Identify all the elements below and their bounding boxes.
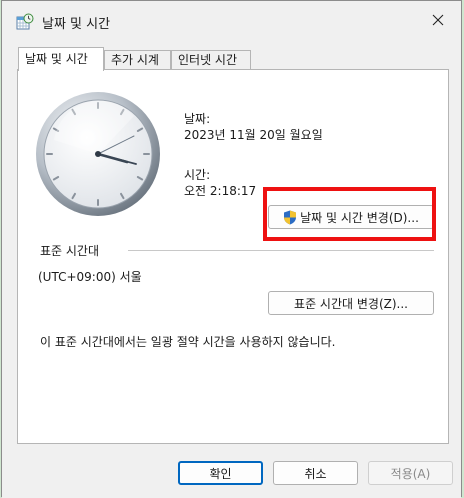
timezone-section-label: 표준 시간대 (40, 244, 100, 258)
window-title: 날짜 및 시간 (42, 17, 111, 32)
change-date-time-button[interactable]: 날짜 및 시간 변경(D)... (268, 205, 434, 229)
tab-additional-clocks[interactable]: 추가 시계 (104, 50, 171, 70)
apply-button[interactable]: 적용(A) (368, 461, 453, 485)
section-divider (128, 250, 434, 251)
close-button[interactable] (415, 1, 461, 41)
dst-note: 이 표준 시간대에서는 일광 절약 시간을 사용하지 않습니다. (40, 335, 336, 349)
timezone-value: (UTC+09:00) 서울 (38, 270, 142, 284)
ok-button[interactable]: 확인 (178, 461, 263, 485)
datetime-app-icon (16, 13, 34, 31)
close-icon (432, 14, 444, 29)
dialog-footer: 확인 취소 적용(A) (2, 449, 461, 498)
change-date-time-label: 날짜 및 시간 변경(D)... (300, 210, 419, 225)
time-label: 시간: (184, 168, 211, 182)
date-label: 날짜: (184, 112, 211, 126)
time-value: 오전 2:18:17 (184, 184, 257, 198)
uac-shield-icon (283, 210, 297, 225)
date-value: 2023년 11월 20일 월요일 (184, 128, 323, 142)
change-timezone-button[interactable]: 표준 시간대 변경(Z)... (268, 291, 434, 315)
title-bar: 날짜 및 시간 (2, 1, 461, 41)
cancel-button[interactable]: 취소 (273, 461, 358, 485)
analog-clock (34, 90, 164, 220)
tab-internet-time[interactable]: 인터넷 시간 (171, 50, 251, 70)
tab-date-and-time[interactable]: 날짜 및 시간 (18, 47, 104, 71)
tab-panel: 날짜: 2023년 11월 20일 월요일 시간: 오전 2:18:17 날짜 … (17, 69, 449, 444)
datetime-dialog: 날짜 및 시간 날짜 및 시간 추가 시계 인터넷 시간 날짜: 2023년 1… (1, 0, 462, 498)
